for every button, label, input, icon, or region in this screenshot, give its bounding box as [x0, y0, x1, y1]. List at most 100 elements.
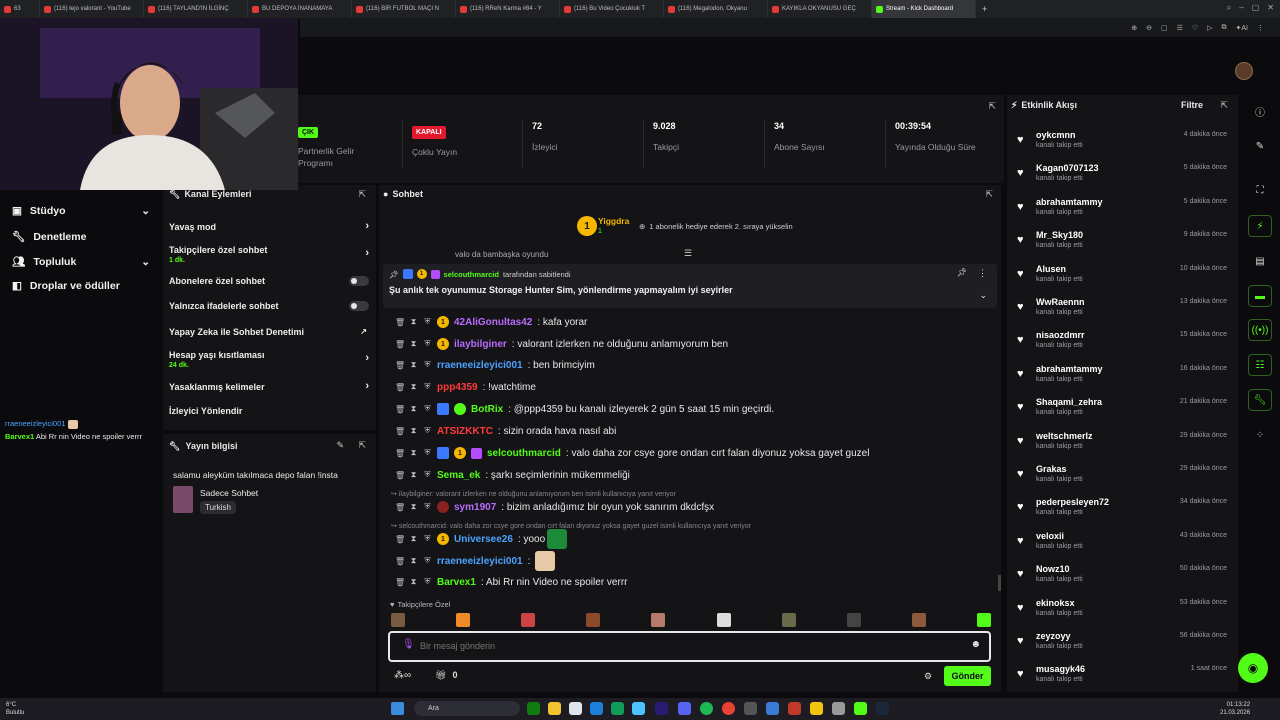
emote-icon[interactable] — [521, 613, 536, 627]
popout-icon[interactable]: ⇱ — [1220, 100, 1228, 111]
reader-icon[interactable]: ☰ — [1177, 24, 1183, 32]
nav-community[interactable]: 👥︎ Topluluk ⌄ — [12, 255, 150, 269]
timeout-icon[interactable]: ⧗ — [409, 470, 418, 480]
feed-item-name[interactable]: Shaqami_zehra — [1036, 397, 1102, 407]
search-tabs-icon[interactable]: ⌕ — [1227, 3, 1231, 13]
profile-avatar[interactable] — [1235, 62, 1253, 80]
minimize-icon[interactable]: – — [1239, 3, 1243, 13]
ban-icon[interactable]: ⛨ — [423, 534, 432, 544]
ban-icon[interactable]: ⛨ — [423, 577, 432, 587]
delete-icon[interactable]: 🗑︎ — [395, 361, 405, 370]
ban-icon[interactable]: ⛨ — [423, 448, 432, 458]
chat-settings-icon[interactable]: ⚙ — [924, 671, 932, 682]
bolt-icon[interactable]: ⚡︎ — [1248, 215, 1272, 237]
notepad-icon[interactable] — [569, 702, 582, 715]
feed-item-name[interactable]: abrahamtammy — [1036, 197, 1103, 207]
emote-icon[interactable] — [716, 613, 731, 627]
zoom-icon[interactable]: ⊕ — [1131, 24, 1137, 32]
taskbar-search[interactable]: Ara — [414, 701, 520, 716]
filter-button[interactable]: Filtre — [1181, 100, 1203, 110]
subscribers-only-toggle[interactable] — [349, 276, 369, 286]
emote-only-toggle[interactable] — [349, 301, 369, 311]
more-options-icon[interactable]: ⋮ — [978, 268, 987, 279]
feed-item-name[interactable]: Grakas — [1036, 464, 1067, 474]
feed-item-name[interactable]: veloxii — [1036, 531, 1064, 541]
tab-kick-dashboard[interactable]: Stream - Kick Dashboard — [872, 0, 976, 18]
timeout-icon[interactable]: ⧗ — [409, 448, 418, 458]
zoom-out-icon[interactable]: ⊖ — [1146, 24, 1152, 32]
document-icon[interactable]: ▤ — [1248, 250, 1272, 272]
feed-item-name[interactable]: zeyzoyy — [1036, 631, 1071, 641]
info-icon[interactable]: ⓘ — [1248, 100, 1272, 122]
feed-item-name[interactable]: pederpesleyen72 — [1036, 497, 1109, 507]
premiere-icon[interactable] — [655, 702, 668, 715]
timeout-icon[interactable]: ⧗ — [409, 556, 418, 566]
xbox-icon[interactable] — [527, 702, 540, 715]
feed-item-name[interactable]: ekinoksx — [1036, 598, 1075, 608]
ban-icon[interactable]: ⛨ — [423, 360, 432, 370]
feed-item-name[interactable]: weltschmerlz — [1036, 431, 1093, 441]
feed-item-name[interactable]: nisaozdmrr — [1036, 330, 1085, 340]
tab-counter[interactable]: 63 — [0, 0, 40, 18]
delete-icon[interactable]: 🗑︎ — [395, 449, 405, 458]
delete-icon[interactable]: 🗑︎ — [395, 427, 405, 436]
ban-icon[interactable]: ⛨ — [423, 404, 432, 414]
delete-icon[interactable]: 🗑︎ — [395, 535, 405, 544]
emote-icon[interactable] — [976, 613, 991, 627]
ban-icon[interactable]: ⛨ — [423, 339, 432, 349]
delete-icon[interactable]: 🗑︎ — [395, 318, 405, 327]
chat-message-input[interactable] — [420, 639, 940, 653]
edge-icon[interactable] — [611, 702, 624, 715]
close-icon[interactable]: ✕ — [1267, 3, 1274, 13]
discord-icon[interactable] — [678, 702, 691, 715]
chevron-down-icon[interactable]: ⌄ — [979, 290, 987, 301]
edit-icon[interactable]: ✎ — [336, 440, 344, 451]
feed-item-name[interactable]: Mr_Sky180 — [1036, 230, 1083, 240]
emote-icon[interactable] — [456, 613, 471, 627]
emote-icon[interactable] — [651, 613, 666, 627]
ban-icon[interactable]: ⛨ — [423, 502, 432, 512]
chat-scrollbar[interactable] — [998, 575, 1001, 591]
delete-icon[interactable]: 🗑︎ — [395, 405, 405, 414]
tab-youtube-4[interactable]: (116) BİR FUTBOL MAÇI N — [352, 0, 456, 18]
community-icon[interactable]: ⁘ — [1248, 424, 1272, 446]
feed-item-name[interactable]: WwRaennn — [1036, 297, 1085, 307]
delete-icon[interactable]: 🗑︎ — [395, 340, 405, 349]
feed-item-name[interactable]: abrahamtammy — [1036, 364, 1103, 374]
maximize-icon[interactable]: ▢ — [1252, 3, 1260, 13]
delete-icon[interactable]: 🗑︎ — [395, 503, 405, 512]
delete-icon[interactable]: 🗑︎ — [395, 471, 405, 480]
drag-handle-icon[interactable]: ☰ — [684, 248, 692, 259]
delete-icon[interactable]: 🗑︎ — [395, 383, 405, 392]
photos-icon[interactable] — [766, 702, 779, 715]
spotify-icon[interactable] — [700, 702, 713, 715]
send-button[interactable]: Gönder — [944, 666, 991, 686]
infinity-icon[interactable]: ⁂∞ — [394, 670, 411, 681]
top-gifter-name[interactable]: Yiggdra — [598, 216, 629, 226]
ban-icon[interactable]: ⛨ — [423, 556, 432, 566]
followers-only-row[interactable]: Takipçilere özel sohbet 1 dk. › — [169, 245, 369, 264]
fullscreen-icon[interactable]: ⛶ — [1248, 179, 1272, 201]
delete-icon[interactable]: 🗑︎ — [395, 578, 405, 587]
unpin-icon[interactable]: 📌︎ — [957, 268, 967, 277]
timeout-icon[interactable]: ⧗ — [409, 577, 418, 587]
feed-item-name[interactable]: musagyk46 — [1036, 664, 1085, 674]
tab-youtube-8[interactable]: KAYIKLA OKYANUSU GEÇ — [768, 0, 872, 18]
tab-youtube-5[interactable]: (116) RReN Karma #84 - Y — [456, 0, 560, 18]
nav-drops[interactable]: ◧ Droplar ve ödüller — [12, 280, 120, 292]
ai-icon[interactable]: ✦AI — [1236, 24, 1248, 32]
emote-icon[interactable] — [911, 613, 926, 627]
kick-icon[interactable] — [854, 702, 867, 715]
banned-words-row[interactable]: Yasaklanmış kelimeler › — [169, 380, 369, 392]
tab-youtube-6[interactable]: (116) Bu Video Çocukluk T — [560, 0, 664, 18]
gift-counter[interactable]: 🎁︎ 0 — [435, 670, 457, 681]
chat-icon[interactable]: ▬ — [1248, 285, 1272, 307]
timeout-icon[interactable]: ⧗ — [409, 339, 418, 349]
popout-icon[interactable]: ⇱ — [358, 440, 366, 451]
raid-row[interactable]: İzleyici Yönlendir — [169, 406, 369, 416]
tab-youtube-3[interactable]: BU DEPOYA İNANAMAYA — [248, 0, 352, 18]
feed-item-name[interactable]: oykcmnn — [1036, 130, 1076, 140]
tab-youtube-2[interactable]: (116) TAYLAND'IN İLGİNÇ — [144, 0, 248, 18]
broadcast-icon[interactable]: ((•)) — [1248, 319, 1272, 341]
chat-input-box[interactable]: 🎙︎ ☻ — [388, 631, 991, 662]
